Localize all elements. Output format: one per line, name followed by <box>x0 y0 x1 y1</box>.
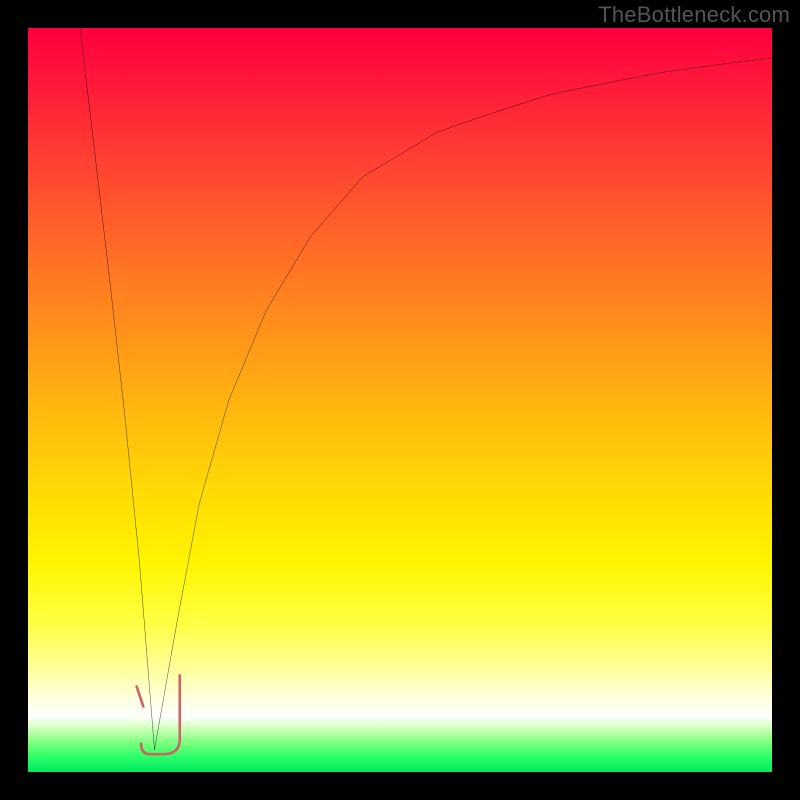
watermark-text: TheBottleneck.com <box>598 2 790 28</box>
plot-area <box>28 28 772 772</box>
optimal-marker-j <box>141 675 180 754</box>
optimal-marker-tick <box>137 686 144 706</box>
optimal-marker-layer <box>28 28 772 772</box>
chart-canvas: TheBottleneck.com <box>0 0 800 800</box>
